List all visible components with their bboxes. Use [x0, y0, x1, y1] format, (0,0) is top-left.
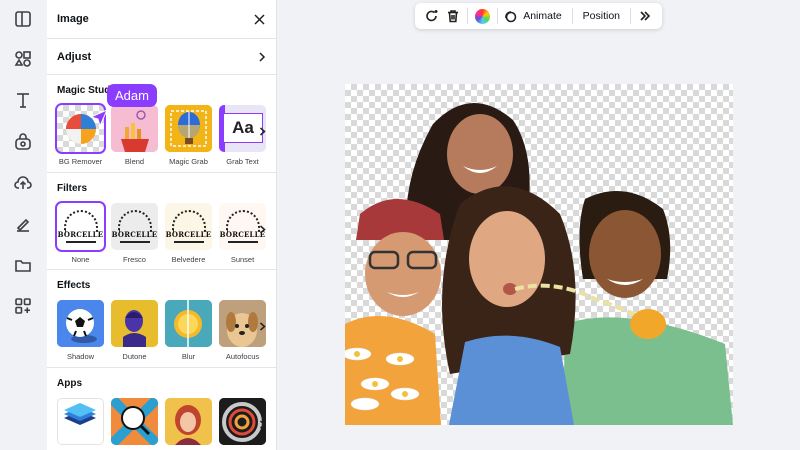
image-edit-panel: Image Adjust Magic Stud BG Remover Blend…	[47, 0, 277, 450]
effect-label: Autofocus	[225, 352, 260, 361]
panel-header: Image	[47, 0, 276, 39]
brand-icon[interactable]	[13, 132, 33, 152]
color-picker-button[interactable]	[472, 5, 493, 27]
blend-thumbnail	[111, 105, 158, 152]
adjust-label: Adjust	[57, 50, 92, 63]
section-title-apps: Apps	[57, 378, 82, 389]
tool-label: Grab Text	[226, 157, 259, 166]
toolbar-divider	[571, 8, 573, 24]
delete-icon[interactable]	[442, 5, 463, 27]
effect-shadow[interactable]: Shadow	[57, 300, 104, 361]
effect-thumbnail	[165, 300, 212, 347]
filter-thumbnail: BORCELLE	[111, 203, 158, 250]
effect-thumbnail	[111, 300, 158, 347]
filter-thumbnail: BORCELLE	[165, 203, 212, 250]
filter-label: None	[71, 255, 90, 264]
borcelle-text: BORCELLE	[165, 230, 212, 239]
elements-icon[interactable]	[13, 49, 33, 69]
tool-blend[interactable]: Blend	[111, 105, 158, 166]
filter-belvedere[interactable]: BORCELLE Belvedere	[165, 203, 212, 264]
app-magnifier[interactable]	[111, 398, 158, 445]
draw-icon[interactable]	[13, 214, 33, 234]
chevron-right-icon[interactable]	[256, 125, 268, 137]
app-portrait[interactable]	[165, 398, 212, 445]
uploads-icon[interactable]	[13, 173, 33, 193]
toolbar-divider	[496, 8, 498, 24]
collaborator-cursor-icon	[89, 109, 108, 128]
chevron-right-icon[interactable]	[256, 223, 268, 235]
tool-label: Magic Grab	[169, 157, 208, 166]
effects-section: Effects Shadow Dutone Blur Autofocus	[47, 270, 276, 368]
magic-studio-section: Magic Stud BG Remover Blend Magic Grab A…	[47, 75, 276, 173]
section-title-magic-studio: Magic Stud	[57, 85, 111, 96]
borcelle-text: BORCELLE	[111, 230, 158, 239]
layers-icon	[57, 398, 104, 445]
filter-fresco[interactable]: BORCELLE Fresco	[111, 203, 158, 264]
filter-label: Fresco	[123, 255, 146, 264]
magnifier-app-thumbnail	[111, 398, 158, 445]
animate-button[interactable]: Animate	[517, 10, 568, 22]
filters-section: Filters BORCELLE None BORCELLE Fresco BO…	[47, 173, 276, 270]
design-canvas[interactable]	[345, 84, 733, 425]
apps-icon[interactable]	[13, 296, 33, 316]
effect-blur[interactable]: Blur	[165, 300, 212, 361]
floating-toolbar: Animate Position	[415, 3, 662, 29]
color-wheel-icon	[474, 8, 490, 24]
effect-label: Blur	[181, 352, 196, 361]
toolbar-divider	[467, 8, 468, 24]
effect-thumbnail	[57, 300, 104, 347]
more-chevrons-icon[interactable]	[635, 5, 656, 27]
filter-thumbnail: BORCELLE	[55, 201, 106, 252]
section-title-effects: Effects	[57, 280, 91, 291]
chevron-right-icon	[259, 51, 266, 62]
design-icon[interactable]	[13, 9, 33, 29]
left-rail	[0, 0, 46, 450]
effect-duotone[interactable]: Dutone	[111, 300, 158, 361]
toolbar-divider	[630, 8, 631, 24]
filter-none[interactable]: BORCELLE None	[55, 201, 106, 264]
tool-label: BG Remover	[58, 157, 103, 166]
adjust-row[interactable]: Adjust	[47, 39, 276, 75]
position-button[interactable]: Position	[577, 10, 626, 22]
magic-edit-icon[interactable]	[421, 5, 442, 27]
cutout-photo	[345, 102, 733, 425]
effect-label: Dutone	[122, 352, 147, 361]
close-icon[interactable]	[252, 12, 266, 26]
section-title-filters: Filters	[57, 183, 88, 194]
collaborator-name-tag: Adam	[107, 84, 157, 107]
borcelle-text: BORCELLE	[57, 230, 104, 239]
filter-label: Belvedere	[171, 255, 206, 264]
tool-label: Blend	[124, 157, 145, 166]
projects-folder-icon[interactable]	[13, 255, 33, 275]
chevron-right-icon[interactable]	[256, 418, 268, 430]
effect-label: Shadow	[66, 352, 95, 361]
chevron-right-icon[interactable]	[256, 320, 268, 332]
app-layers[interactable]	[57, 398, 104, 445]
magic-grab-thumbnail	[165, 105, 212, 152]
text-icon[interactable]	[13, 90, 33, 110]
animate-icon	[502, 5, 517, 27]
apps-section: Apps	[47, 368, 276, 450]
panel-title: Image	[57, 13, 89, 25]
filter-label: Sunset	[230, 255, 255, 264]
portrait-app-thumbnail	[165, 398, 212, 445]
tool-magic-grab[interactable]: Magic Grab	[165, 105, 212, 166]
